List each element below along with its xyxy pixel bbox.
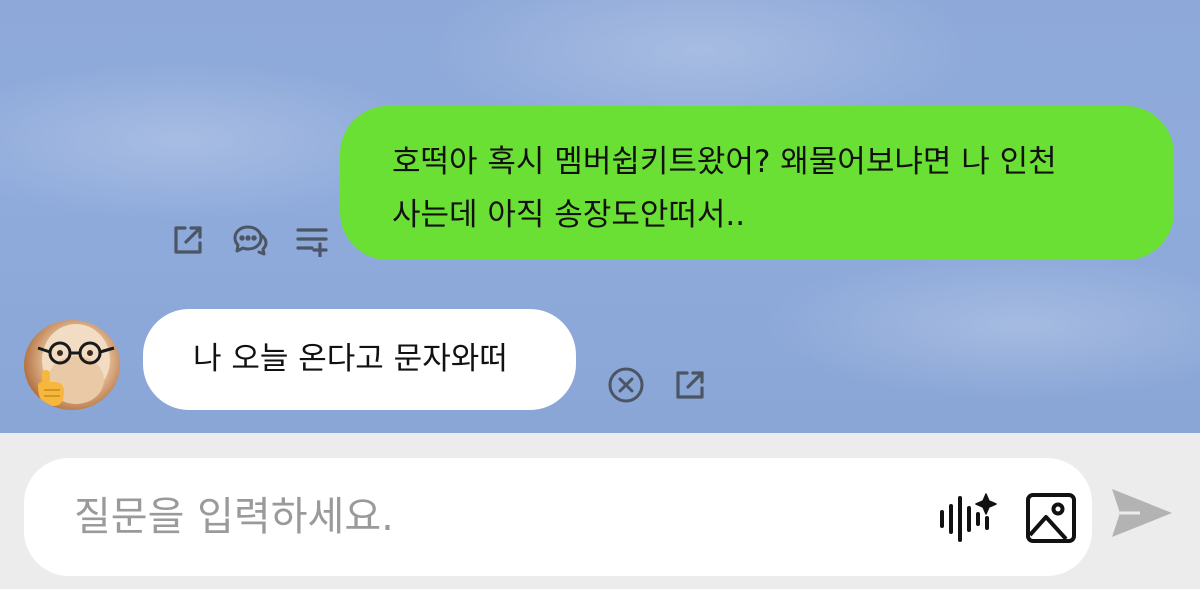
received-message-actions xyxy=(606,364,710,406)
sent-message-bubble[interactable]: 호떡아 혹시 멤버쉽키트왔어? 왜물어보냐면 나 인천 사는데 아직 송장도안떠… xyxy=(340,106,1174,260)
input-placeholder: 질문을 입력하세요. xyxy=(74,494,394,540)
close-circle-icon[interactable] xyxy=(606,365,646,405)
sent-message-actions xyxy=(168,220,332,260)
background-cloud xyxy=(760,250,1200,400)
received-message-bubble[interactable]: 나 오늘 온다고 문자와떠 xyxy=(143,309,576,410)
chat-area: 호떡아 혹시 멤버쉽키트왔어? 왜물어보냐면 나 인천 사는데 아직 송장도안떠… xyxy=(0,0,1200,433)
sent-message-line: 사는데 아직 송장도안떠서.. xyxy=(392,197,746,233)
chat-bubbles-icon[interactable] xyxy=(230,220,270,260)
question-input[interactable]: 질문을 입력하세요. xyxy=(24,458,1092,576)
message-composer: 질문을 입력하세요. xyxy=(0,433,1200,589)
sent-message-line: 호떡아 혹시 멤버쉽키트왔어? 왜물어보냐면 나 인천 xyxy=(392,144,1057,180)
add-to-list-icon[interactable] xyxy=(292,220,332,260)
image-icon[interactable] xyxy=(1024,491,1078,545)
share-icon[interactable] xyxy=(168,220,208,260)
avatar[interactable] xyxy=(24,320,120,410)
share-icon[interactable] xyxy=(670,365,710,405)
voice-sparkle-icon[interactable] xyxy=(936,490,1000,546)
received-message-text: 나 오늘 온다고 문자와떠 xyxy=(193,341,508,377)
send-arrow-icon[interactable] xyxy=(1110,485,1174,541)
